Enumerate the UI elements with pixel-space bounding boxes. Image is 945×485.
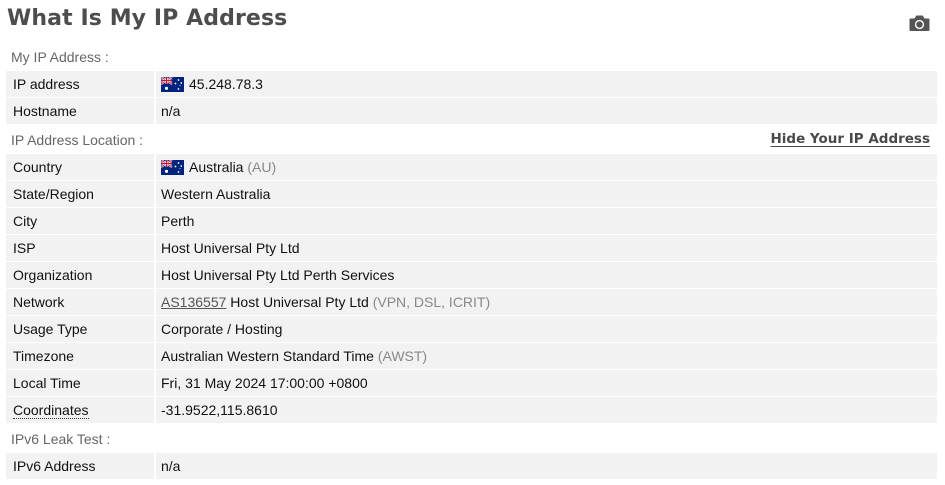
timezone-value-cell: Australian Western Standard Time (AWST) [156, 343, 937, 369]
country-value: Australia [189, 159, 244, 175]
coordinates-value: -31.9522,115.8610 [156, 397, 937, 423]
row-hostname: Hostname n/a [6, 98, 937, 124]
row-state: State/Region Western Australia [6, 181, 937, 207]
ip-address-label: IP address [6, 71, 154, 97]
row-organization: Organization Host Universal Pty Ltd Pert… [6, 262, 937, 288]
row-usage-type: Usage Type Corporate / Hosting [6, 316, 937, 342]
row-timezone: Timezone Australian Western Standard Tim… [6, 343, 937, 369]
hostname-value: n/a [156, 98, 937, 124]
australia-flag-icon [161, 77, 184, 92]
row-country: Country Australia (AU) [6, 154, 937, 180]
section-location: IP Address Location : [11, 132, 144, 148]
ipv6-address-value: n/a [156, 453, 937, 479]
ipv6-address-label: IPv6 Address [6, 453, 154, 479]
local-time-value: Fri, 31 May 2024 17:00:00 +0800 [156, 370, 937, 396]
timezone-abbr: (AWST) [377, 348, 428, 364]
row-coordinates: Coordinates -31.9522,115.8610 [6, 397, 937, 423]
usage-type-value: Corporate / Hosting [156, 316, 937, 342]
hide-ip-link[interactable]: Hide Your IP Address [770, 131, 930, 147]
timezone-label: Timezone [6, 343, 154, 369]
network-label: Network [6, 289, 154, 315]
section-ipv6: IPv6 Leak Test : [11, 431, 111, 447]
state-label: State/Region [6, 181, 154, 207]
coordinates-label-cell: Coordinates [6, 397, 154, 423]
network-types: (VPN, DSL, ICRIT) [372, 294, 491, 310]
camera-icon[interactable] [909, 14, 930, 32]
country-code: (AU) [247, 159, 277, 175]
ip-address-value-cell: 45.248.78.3 [156, 71, 937, 97]
coordinates-label[interactable]: Coordinates [13, 402, 89, 419]
asn-link[interactable]: AS136557 [161, 294, 226, 310]
state-value: Western Australia [156, 181, 937, 207]
organization-label: Organization [6, 262, 154, 288]
row-local-time: Local Time Fri, 31 May 2024 17:00:00 +08… [6, 370, 937, 396]
row-network: Network AS136557 Host Universal Pty Ltd … [6, 289, 937, 315]
row-isp: ISP Host Universal Pty Ltd [6, 235, 937, 261]
city-value: Perth [156, 208, 937, 234]
australia-flag-icon [161, 160, 184, 175]
isp-label: ISP [6, 235, 154, 261]
country-value-cell: Australia (AU) [156, 154, 937, 180]
page-title: What Is My IP Address [7, 6, 288, 31]
organization-value: Host Universal Pty Ltd Perth Services [156, 262, 937, 288]
isp-value: Host Universal Pty Ltd [156, 235, 937, 261]
city-label: City [6, 208, 154, 234]
section-my-ip: My IP Address : [11, 49, 109, 65]
country-label: Country [6, 154, 154, 180]
ip-address-value: 45.248.78.3 [189, 76, 263, 92]
local-time-label: Local Time [6, 370, 154, 396]
network-value: Host Universal Pty Ltd [230, 294, 369, 310]
row-ip-address: IP address 45.248.78.3 [6, 71, 937, 97]
network-value-cell: AS136557 Host Universal Pty Ltd (VPN, DS… [156, 289, 937, 315]
row-ipv6-address: IPv6 Address n/a [6, 453, 937, 479]
row-city: City Perth [6, 208, 937, 234]
timezone-value: Australian Western Standard Time [161, 348, 374, 364]
hostname-label: Hostname [6, 98, 154, 124]
usage-type-label: Usage Type [6, 316, 154, 342]
